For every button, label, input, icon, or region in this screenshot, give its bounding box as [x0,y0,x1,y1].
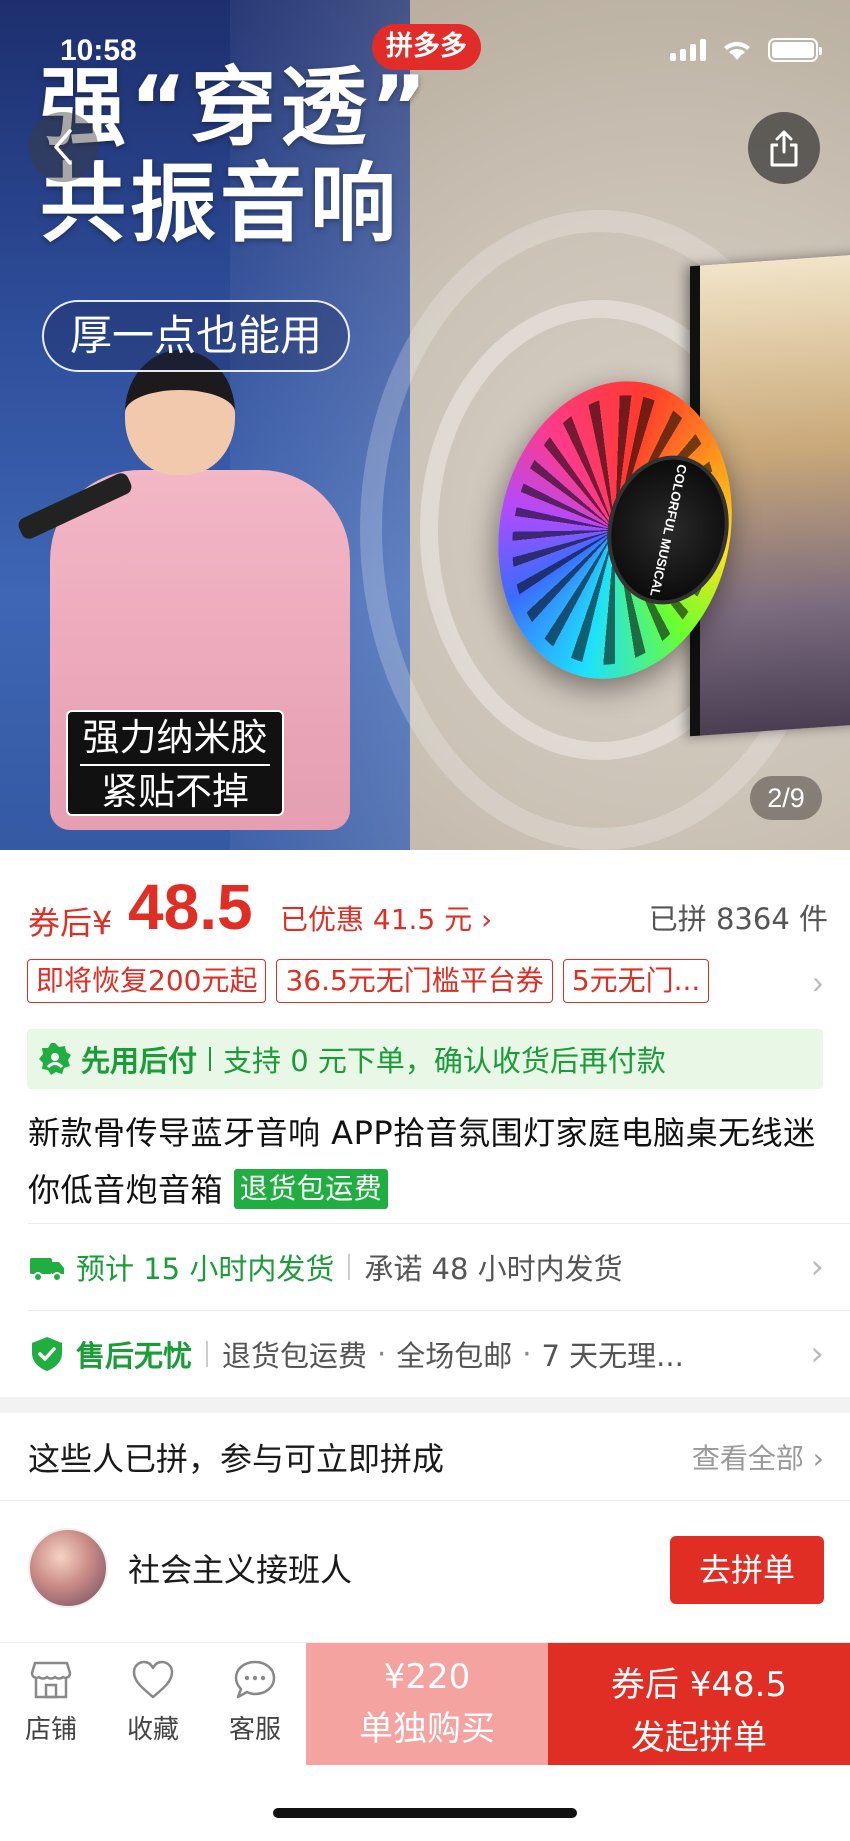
shipping-row[interactable]: 预计 15 小时内发货 承诺 48 小时内发货 › [28,1224,824,1310]
pay-later-badge-icon [39,1043,71,1075]
aftersale-item: 退货包运费 [222,1339,368,1373]
sold-count: 已拼 8364 件 [648,902,828,936]
price-row: 券后¥ 48.5 已优惠 41.5 元 › 已拼 8364 件 [28,870,828,943]
status-time: 10:58 [60,34,137,67]
aftersale-item: 7 天无理... [541,1339,684,1373]
aftersale-row[interactable]: 售后无忧 退货包运费 · 全场包邮 · 7 天无理... › [28,1311,824,1397]
coupon-row[interactable]: 即将恢复200元起 36.5元无门槛平台券 5元无门... › [27,958,823,1004]
chevron-left-icon [54,129,72,165]
group-label: 发起拼单 [631,1718,767,1758]
coupon-price: 48.5 [128,871,253,943]
store-tab[interactable]: 店铺 [6,1659,96,1746]
group-buy-header: 这些人已拼，参与可立即拼成 查看全部 › [28,1413,824,1501]
back-button[interactable] [28,112,98,182]
bottom-action-bar: 店铺 收藏 客服 ¥220 单独购买 券后 ¥48.5 发起拼单 [0,1642,850,1766]
chevron-right-icon[interactable]: › [812,964,823,1001]
cellular-signal-icon [670,39,706,61]
product-title-text: 新款骨传导蓝牙音响 APP拾音氛围灯家庭电脑桌无线迷你低音炮音箱 [28,1114,816,1209]
pay-later-desc: 支持 0 元下单，确认收货后再付款 [223,1044,666,1078]
wifi-icon [720,38,754,62]
avatar [28,1528,108,1608]
start-group-buy-button[interactable]: 券后 ¥48.5 发起拼单 [548,1643,850,1765]
divider [0,1500,850,1501]
heart-icon [132,1660,174,1699]
product-image-carousel[interactable]: COLORFUL MUSICAL 强“穿透” 共振音响 厚一点也能用 强力纳米胶… [0,0,850,850]
favorite-label: 收藏 [126,1715,179,1745]
product-title: 新款骨传导蓝牙音响 APP拾音氛围灯家庭电脑桌无线迷你低音炮音箱 退货包运费 [28,1105,818,1219]
store-icon [30,1661,72,1699]
member-name: 社会主义接班人 [128,1551,353,1589]
shipping-promise: 承诺 48 小时内发货 [364,1252,623,1286]
status-icons [670,38,822,62]
coupon-tag[interactable]: 5元无门... [562,959,710,1003]
service-label: 客服 [228,1715,281,1745]
coupon-tag[interactable]: 即将恢复200元起 [27,959,267,1003]
discount-link[interactable]: 已优惠 41.5 元 › [280,898,492,938]
chevron-right-icon: › [810,1247,824,1287]
pinduoduo-badge: 拼多多 [372,24,481,70]
see-all-link[interactable]: 查看全部 › [692,1437,824,1477]
service-tab[interactable]: 客服 [210,1659,300,1746]
section-gap [0,1397,850,1413]
group-buy-heading: 这些人已拼，参与可立即拼成 [28,1440,445,1478]
shield-check-icon [32,1337,62,1371]
single-label: 单独购买 [359,1709,495,1749]
battery-icon [768,38,822,62]
home-indicator[interactable] [273,1808,577,1818]
glue-line-1: 强力纳米胶 [82,716,268,759]
headline-line-1: 强“穿透” [40,58,432,158]
group-member-row: 社会主义接班人 去拼单 [28,1518,824,1618]
pay-later-banner[interactable]: 先用后付 支持 0 元下单，确认收货后再付款 [27,1029,823,1089]
aftersale-item: 全场包邮 [396,1339,513,1373]
join-group-button[interactable]: 去拼单 [670,1536,824,1604]
glue-line-2: 紧贴不掉 [101,770,249,813]
chat-bubble-icon [234,1660,276,1699]
image-counter: 2/9 [750,776,822,820]
truck-icon [30,1258,64,1282]
hero-pill-label: 厚一点也能用 [42,300,351,372]
share-icon [770,130,798,167]
chevron-right-icon: › [810,1334,824,1374]
hero-headline: 强“穿透” 共振音响 [40,60,431,253]
single-price: ¥220 [383,1657,471,1697]
shipping-estimate: 预计 15 小时内发货 [76,1252,335,1286]
price-prefix: 券后¥ [28,904,113,942]
aftersale-title: 售后无忧 [76,1339,193,1373]
store-label: 店铺 [24,1715,77,1745]
free-return-tag: 退货包运费 [233,1169,389,1209]
glue-label-box: 强力纳米胶 紧贴不掉 [66,710,284,816]
favorite-tab[interactable]: 收藏 [108,1659,198,1746]
headline-line-2: 共振音响 [40,154,400,255]
speaker-logo-text: COLORFUL MUSICAL [647,462,690,598]
buy-single-button[interactable]: ¥220 单独购买 [306,1643,548,1765]
coupon-tag[interactable]: 36.5元无门槛平台券 [276,959,553,1003]
pay-later-title: 先用后付 [81,1044,198,1078]
group-price: 券后 ¥48.5 [610,1665,788,1705]
share-button[interactable] [748,112,820,184]
